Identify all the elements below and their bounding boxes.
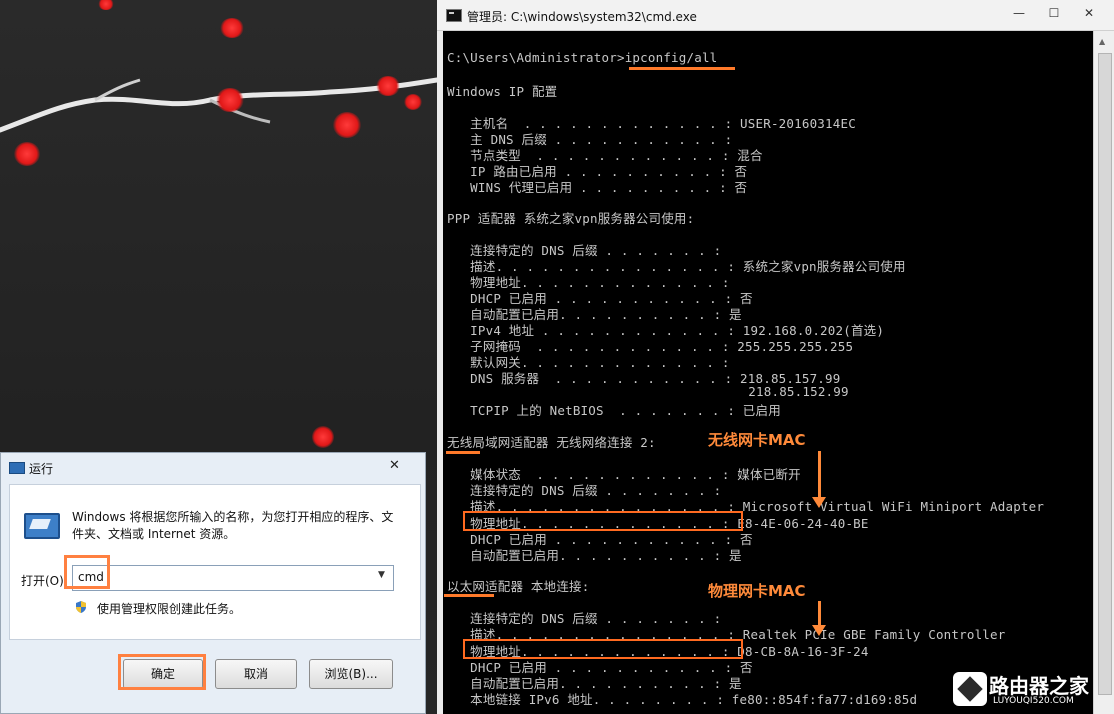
blossom bbox=[312, 426, 334, 448]
command-underline bbox=[629, 67, 735, 70]
console-line: Windows IP 配置 bbox=[447, 84, 558, 99]
console-line: C:\Users\Administrator>ipconfig/all bbox=[447, 50, 718, 65]
console-line: 无线局域网适配器 无线网络连接 2: bbox=[447, 435, 656, 450]
watermark-url: LUYOUQI520.COM bbox=[993, 696, 1074, 706]
run-dialog-title: 运行 bbox=[29, 462, 54, 476]
wifi-mac-highlight-box bbox=[463, 511, 743, 531]
cmd-scrollbar[interactable]: ▲ bbox=[1093, 31, 1114, 714]
blossom bbox=[333, 112, 361, 138]
blossom bbox=[220, 18, 244, 38]
wifi-section-underline bbox=[446, 451, 480, 454]
blossom bbox=[14, 142, 40, 166]
physical-mac-highlight-box bbox=[463, 639, 743, 659]
wifi-mac-arrow-icon bbox=[812, 497, 826, 508]
run-dialog: 运行 ✕ Windows 将根据您所输入的名称，为您打开相应的程序、文件夹、文档… bbox=[0, 452, 426, 714]
blossom bbox=[404, 94, 422, 110]
cmd-window: 管理员: C:\windows\system32\cmd.exe — ☐ ✕ C… bbox=[437, 0, 1114, 714]
watermark-text: 路由器之家 bbox=[989, 674, 1089, 698]
admin-privilege-note: 使用管理权限创建此任务。 bbox=[97, 602, 242, 616]
run-description: Windows 将根据您所输入的名称，为您打开相应的程序、文件夹、文档或 Int… bbox=[72, 510, 394, 541]
ethernet-section-underline bbox=[444, 594, 494, 597]
blossom bbox=[216, 88, 244, 112]
cmd-console-output[interactable]: C:\Users\Administrator>ipconfig/all Wind… bbox=[443, 31, 1093, 714]
console-line: 本地链接 IPv6 地址. . . . . . . . : fe80::854f… bbox=[447, 692, 918, 707]
console-line: PPP 适配器 系统之家vpn服务器公司使用: bbox=[447, 211, 695, 226]
scroll-up-icon[interactable]: ▲ bbox=[1099, 37, 1105, 46]
chevron-down-icon[interactable]: ▼ bbox=[378, 570, 385, 580]
browse-button[interactable]: 浏览(B)... bbox=[309, 659, 393, 689]
open-label: 打开(O): bbox=[21, 574, 68, 588]
ok-button-highlight-box bbox=[118, 654, 206, 690]
run-program-icon bbox=[24, 513, 60, 539]
console-line: 自动配置已启用. . . . . . . . . . : 是 bbox=[447, 548, 742, 563]
cancel-button[interactable]: 取消 bbox=[215, 659, 297, 689]
run-app-icon bbox=[9, 462, 25, 474]
run-command-input[interactable]: cmd ▼ bbox=[72, 565, 394, 591]
run-close-button[interactable]: ✕ bbox=[389, 458, 400, 473]
physical-mac-arrow-icon bbox=[812, 625, 826, 636]
console-line: WINS 代理已启用 . . . . . . . . . : 否 bbox=[447, 180, 748, 195]
close-button[interactable]: ✕ bbox=[1077, 4, 1101, 22]
console-line: 以太网适配器 本地连接: bbox=[447, 579, 590, 594]
scroll-thumb[interactable] bbox=[1098, 53, 1112, 695]
cmd-window-title: 管理员: C:\windows\system32\cmd.exe bbox=[467, 10, 697, 24]
input-highlight-box bbox=[64, 555, 110, 589]
wifi-mac-arrow-shaft bbox=[818, 451, 821, 499]
watermark-logo: 路由器之家 LUYOUQI520.COM bbox=[951, 668, 1111, 712]
minimize-button[interactable]: — bbox=[1007, 4, 1031, 22]
router-home-logo-icon bbox=[953, 672, 987, 706]
console-line: TCPIP 上的 NetBIOS . . . . . . . : 已启用 bbox=[447, 403, 781, 418]
blossom bbox=[376, 76, 400, 96]
maximize-button[interactable]: ☐ bbox=[1042, 4, 1066, 22]
physical-mac-arrow-shaft bbox=[818, 601, 821, 627]
wifi-mac-annotation: 无线网卡MAC bbox=[708, 431, 806, 449]
console-line: 218.85.152.99 bbox=[447, 384, 849, 399]
shield-icon bbox=[76, 601, 86, 613]
cmd-titlebar[interactable]: 管理员: C:\windows\system32\cmd.exe — ☐ ✕ bbox=[437, 0, 1114, 31]
run-titlebar[interactable]: 运行 ✕ bbox=[1, 453, 427, 481]
physical-mac-annotation: 物理网卡MAC bbox=[708, 582, 806, 600]
cmd-app-icon bbox=[446, 9, 462, 22]
